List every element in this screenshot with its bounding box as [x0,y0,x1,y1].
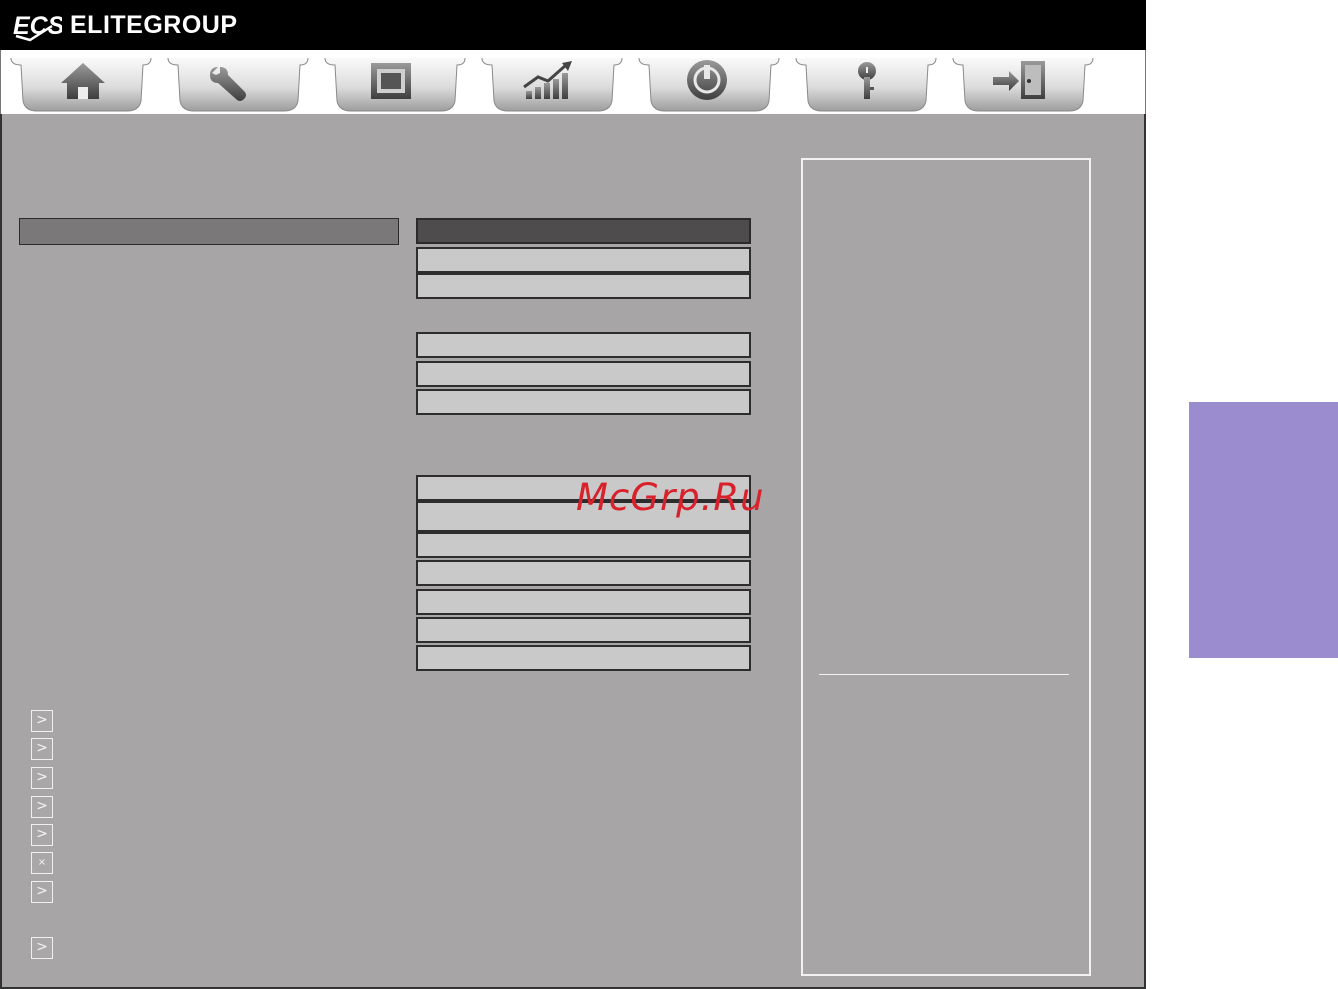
main-panel: > > > > > × > > [0,114,1146,989]
setting-field[interactable] [416,532,751,558]
tab-exit[interactable] [951,53,1096,113]
help-panel [801,158,1091,976]
menu-tab-bar [0,50,1146,114]
watermark-text: McGrp.Ru [576,476,765,519]
setting-field[interactable] [416,589,751,615]
ecs-logo-mark: ECS [12,10,65,42]
setting-field-selected[interactable] [416,218,751,244]
key-icon [795,57,937,112]
submenu-arrow-icon[interactable]: > [31,881,53,903]
tab-mis[interactable] [480,53,625,113]
home-icon [10,57,152,112]
help-divider [819,674,1069,675]
ecs-logo: ECS ELITEGROUP [12,6,238,44]
bar-chart-icon [481,57,623,112]
submenu-arrow-icon[interactable]: > [31,767,53,789]
header-bar: ECS ELITEGROUP [0,0,1146,50]
submenu-arrow-icon[interactable]: > [31,796,53,818]
tab-security[interactable] [794,53,939,113]
brand-name: ELITEGROUP [70,10,238,39]
item-highlight-bar[interactable] [19,218,399,245]
exit-door-icon [952,57,1094,112]
setting-field[interactable] [416,560,751,586]
cpu-chip-icon [324,57,466,112]
power-icon [638,57,780,112]
setting-field[interactable] [416,361,751,387]
tab-advanced[interactable] [166,53,311,113]
setting-field[interactable] [416,389,751,415]
tab-power[interactable] [637,53,782,113]
wrench-icon [167,57,309,112]
setting-field[interactable] [416,247,751,273]
setting-field[interactable] [416,332,751,358]
side-tab [1189,402,1338,658]
tab-main[interactable] [9,53,154,113]
submenu-arrow-icon[interactable]: > [31,710,53,732]
setting-field[interactable] [416,617,751,643]
submenu-arrow-icon[interactable]: > [31,824,53,846]
submenu-x-icon[interactable]: × [31,852,53,874]
submenu-arrow-icon[interactable]: > [31,738,53,760]
submenu-arrow-icon[interactable]: > [31,937,53,959]
setting-field[interactable] [416,645,751,671]
bios-window: ECS ELITEGROUP > > > > > × > > [0,0,1146,989]
setting-field[interactable] [416,273,751,299]
tab-chipset[interactable] [323,53,468,113]
